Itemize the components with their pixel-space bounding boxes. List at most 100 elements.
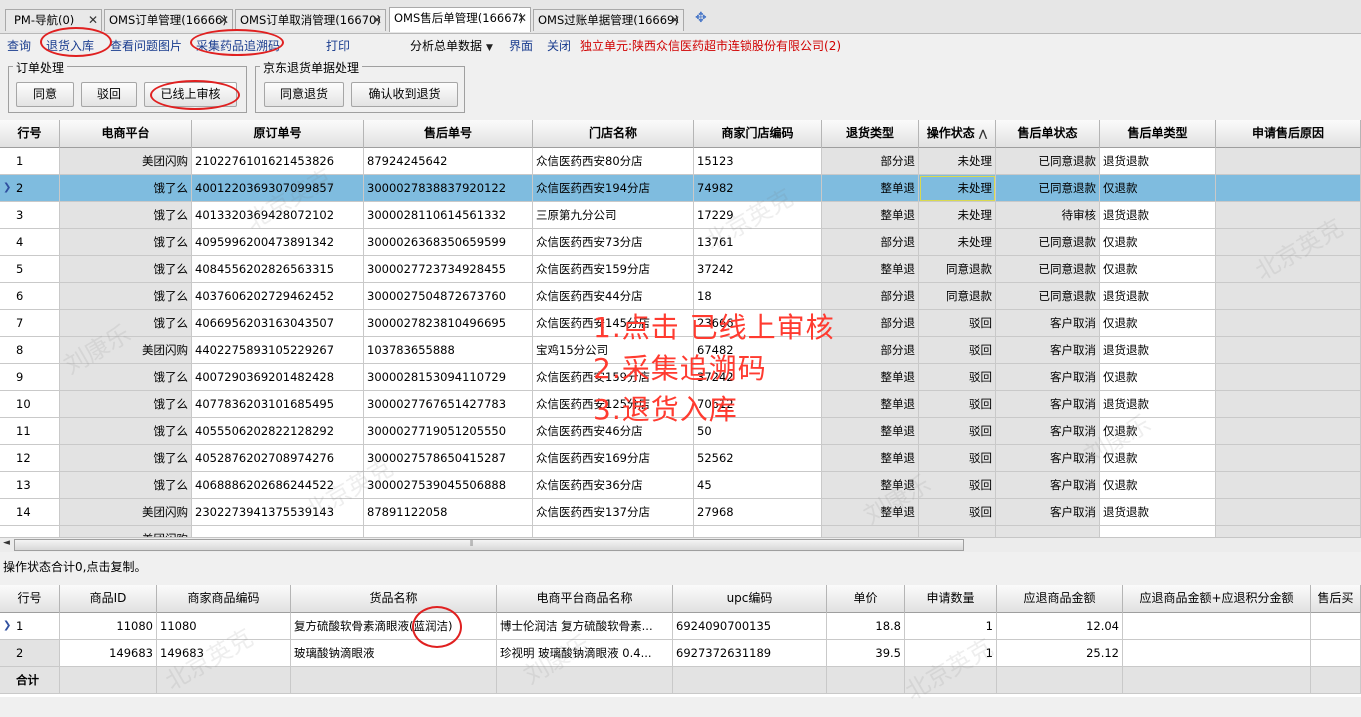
table-cell[interactable]: 众信医药西安194分店 xyxy=(533,175,694,202)
table-cell[interactable]: 退货退款 xyxy=(1100,337,1216,364)
table-cell[interactable]: 驳回 xyxy=(919,391,996,418)
table-row[interactable]: 1 美团闪购 2102276101621453826 87924245642 众信医药西… xyxy=(0,148,1361,175)
table-cell[interactable]: 退货退款 xyxy=(1100,391,1216,418)
view-images-button[interactable]: 查看问题图片 xyxy=(110,37,182,54)
table-cell[interactable]: 驳回 xyxy=(919,418,996,445)
table-cell[interactable]: 整单退 xyxy=(822,256,919,283)
table-cell[interactable]: 美团闪购 xyxy=(60,499,192,526)
table-cell[interactable]: 驳回 xyxy=(919,472,996,499)
agree-button[interactable]: 同意 xyxy=(16,82,74,107)
analyze-dropdown[interactable]: 分析总单数据 ▼ xyxy=(410,37,493,54)
table-cell[interactable]: 仅退款 xyxy=(1100,229,1216,256)
table-cell[interactable]: 5 xyxy=(0,256,60,283)
table-row[interactable]: 美团闪购 xyxy=(0,526,1361,537)
table-cell[interactable]: 待审核 xyxy=(996,202,1100,229)
column-header[interactable]: 电商平台商品名称 xyxy=(497,585,673,613)
table-cell[interactable]: 4 xyxy=(0,229,60,256)
table-cell[interactable] xyxy=(1216,310,1361,337)
table-cell[interactable]: 客户取消 xyxy=(996,310,1100,337)
table-cell[interactable]: 17229 xyxy=(694,202,822,229)
table-cell[interactable] xyxy=(694,526,822,537)
table-cell[interactable]: 饿了么 xyxy=(60,445,192,472)
table-cell[interactable]: 驳回 xyxy=(919,337,996,364)
table-cell[interactable]: 已同意退款 xyxy=(996,229,1100,256)
table-cell[interactable]: 4095996200473891342 xyxy=(192,229,364,256)
column-header[interactable]: 应退商品金额 xyxy=(997,585,1123,613)
table-cell[interactable]: 103783655888 xyxy=(364,337,533,364)
table-row[interactable]: 4 饿了么 4095996200473891342 30000263683506595… xyxy=(0,229,1361,256)
table-cell[interactable]: 美团闪购 xyxy=(60,337,192,364)
table-cell[interactable] xyxy=(1216,337,1361,364)
table-cell[interactable]: 6927372631189 xyxy=(673,640,827,667)
table-cell[interactable]: 10 xyxy=(0,391,60,418)
table-cell[interactable]: 11080 xyxy=(157,613,291,640)
column-header[interactable]: 货品名称 xyxy=(291,585,497,613)
table-cell[interactable]: 客户取消 xyxy=(996,364,1100,391)
table-cell[interactable]: 15123 xyxy=(694,148,822,175)
table-cell[interactable]: 客户取消 xyxy=(996,499,1100,526)
table-cell[interactable] xyxy=(1216,391,1361,418)
tab-pm-nav[interactable]: PM-导航(0) ✕ xyxy=(5,9,102,31)
column-header[interactable]: 售后买 xyxy=(1311,585,1361,613)
column-header[interactable]: 售后单状态 xyxy=(996,120,1100,148)
table-cell[interactable]: 饿了么 xyxy=(60,472,192,499)
table-cell[interactable]: 客户取消 xyxy=(996,445,1100,472)
table-cell[interactable] xyxy=(996,526,1100,537)
table-cell[interactable]: 饿了么 xyxy=(60,283,192,310)
table-cell[interactable]: 4055506202822128292 xyxy=(192,418,364,445)
confirm-received-button[interactable]: 确认收到退货 xyxy=(351,82,458,107)
table-cell[interactable]: 客户取消 xyxy=(996,418,1100,445)
table-row[interactable]: 5 饿了么 4084556202826563315 30000277237349284… xyxy=(0,256,1361,283)
table-cell[interactable]: 12.04 xyxy=(997,613,1123,640)
table-cell[interactable]: 驳回 xyxy=(919,364,996,391)
table-cell[interactable]: 驳回 xyxy=(919,310,996,337)
table-cell[interactable]: 已同意退款 xyxy=(996,148,1100,175)
table-cell[interactable]: 已同意退款 xyxy=(996,175,1100,202)
table-cell[interactable]: 饿了么 xyxy=(60,256,192,283)
table-cell[interactable]: 饿了么 xyxy=(60,364,192,391)
table-cell[interactable]: 4037606202729462452 xyxy=(192,283,364,310)
table-cell[interactable]: 13761 xyxy=(694,229,822,256)
table-cell[interactable]: 客户取消 xyxy=(996,472,1100,499)
table-row[interactable]: 13 饿了么 4068886202686244522 3000027539045506… xyxy=(0,472,1361,499)
table-cell[interactable]: 3000026368350659599 xyxy=(364,229,533,256)
table-cell[interactable]: 退货退款 xyxy=(1100,148,1216,175)
table-cell[interactable]: 已同意退款 xyxy=(996,256,1100,283)
table-cell[interactable] xyxy=(822,526,919,537)
table-cell[interactable] xyxy=(192,526,364,537)
table-cell[interactable]: 4402275893105229267 xyxy=(192,337,364,364)
table-cell[interactable]: 4013320369428072102 xyxy=(192,202,364,229)
detail-row[interactable]: 2 149683 149683 玻璃酸钠滴眼液 珍视明 玻璃酸钠滴眼液 0.4... 69… xyxy=(0,640,1361,667)
table-cell[interactable] xyxy=(1123,640,1311,667)
table-cell[interactable] xyxy=(1216,472,1361,499)
table-cell[interactable]: 玻璃酸钠滴眼液 xyxy=(291,640,497,667)
sort-up-icon[interactable]: ⋀ xyxy=(979,129,987,140)
table-cell[interactable]: 3000027723734928455 xyxy=(364,256,533,283)
table-cell[interactable]: 18.8 xyxy=(827,613,905,640)
table-cell[interactable]: 驳回 xyxy=(919,445,996,472)
table-cell[interactable]: 12 xyxy=(0,445,60,472)
table-cell[interactable]: 同意退款 xyxy=(919,283,996,310)
table-cell[interactable]: 部分退 xyxy=(822,283,919,310)
table-cell[interactable]: 退货退款 xyxy=(1100,499,1216,526)
column-header[interactable]: 申请数量 xyxy=(905,585,997,613)
table-cell[interactable]: 部分退 xyxy=(822,310,919,337)
column-header[interactable]: 商品ID xyxy=(60,585,157,613)
column-header[interactable]: 售后单类型 xyxy=(1100,120,1216,148)
table-cell[interactable] xyxy=(364,526,533,537)
table-cell[interactable]: 25.12 xyxy=(997,640,1123,667)
table-cell[interactable]: 3000028110614561332 xyxy=(364,202,533,229)
table-cell[interactable]: 众信医药西安169分店 xyxy=(533,445,694,472)
table-row[interactable]: 2 饿了么 4001220369307099857 30000278388379201… xyxy=(0,175,1361,202)
table-cell[interactable]: 饿了么 xyxy=(60,202,192,229)
tab-oms-aftersale[interactable]: OMS售后单管理(16667) ✕ xyxy=(389,7,531,32)
table-cell[interactable]: 整单退 xyxy=(822,472,919,499)
table-cell[interactable]: 未处理 xyxy=(919,202,996,229)
table-cell[interactable]: 149683 xyxy=(157,640,291,667)
collect-trace-button[interactable]: 采集药品追溯码 xyxy=(196,37,280,54)
print-button[interactable]: 打印 xyxy=(326,37,350,54)
table-cell[interactable]: 39.5 xyxy=(827,640,905,667)
table-cell[interactable] xyxy=(533,526,694,537)
table-cell[interactable]: 整单退 xyxy=(822,418,919,445)
column-header[interactable]: 商家门店编码 xyxy=(694,120,822,148)
